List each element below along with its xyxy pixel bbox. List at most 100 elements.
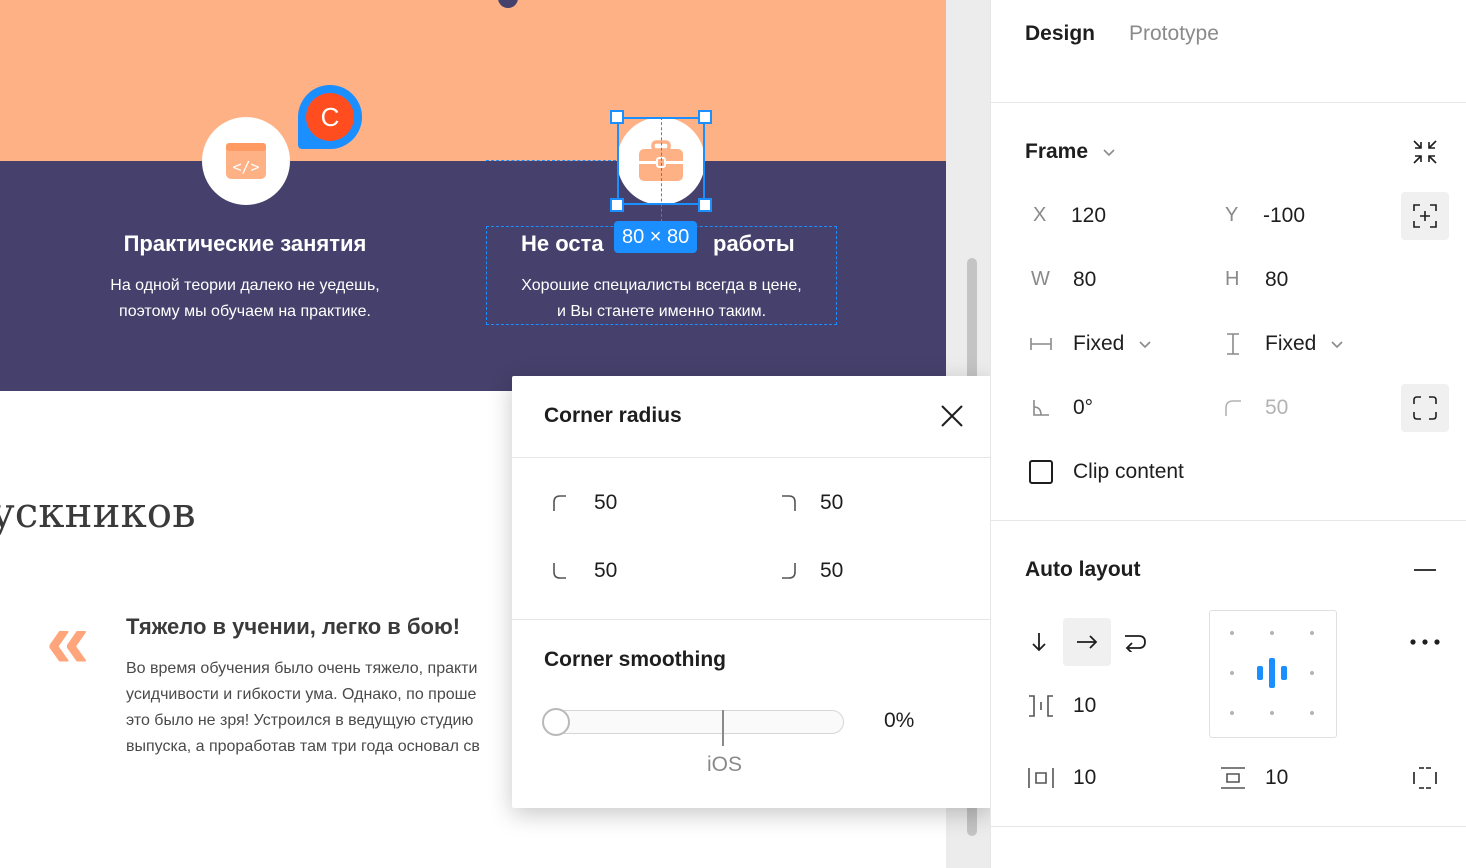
feature-icon-circle[interactable]: </> xyxy=(202,117,290,205)
align-center-icon xyxy=(1257,658,1287,688)
absolute-position-icon xyxy=(1413,204,1437,228)
align-dot[interactable] xyxy=(1310,711,1314,715)
arrow-right-icon xyxy=(1077,635,1098,649)
resize-handle-bl[interactable] xyxy=(610,198,624,212)
corner-smoothing-title: Corner smoothing xyxy=(544,648,726,671)
quote-icon: « xyxy=(46,596,90,684)
divider xyxy=(512,619,992,620)
corner-top-right-value: 50 xyxy=(820,491,844,514)
height-mode-select[interactable]: Fixed xyxy=(1265,332,1344,356)
resize-handle-br[interactable] xyxy=(698,198,712,212)
alignment-grid[interactable] xyxy=(1209,610,1337,738)
align-dot[interactable] xyxy=(1310,631,1314,635)
item-spacing-icon xyxy=(1029,695,1053,717)
direction-wrap-button[interactable] xyxy=(1111,618,1159,666)
chevron-down-icon xyxy=(1103,149,1115,157)
hero-peach-band xyxy=(0,0,946,161)
collaborator-avatar[interactable]: C xyxy=(298,85,362,149)
svg-text:</>: </> xyxy=(232,158,259,176)
corner-top-left-icon xyxy=(553,495,566,511)
corner-smoothing-slider[interactable] xyxy=(544,710,844,734)
corner-bottom-right-value: 50 xyxy=(820,559,844,582)
frame-title: Frame xyxy=(1025,140,1089,163)
y-input[interactable]: -100 xyxy=(1263,204,1305,228)
independent-corners-icon xyxy=(1413,396,1437,420)
align-dot[interactable] xyxy=(1310,671,1314,675)
corner-smoothing-value[interactable]: 0% xyxy=(884,709,914,733)
divider xyxy=(991,102,1466,103)
close-button[interactable] xyxy=(938,402,966,430)
collapse-arrows-icon xyxy=(1413,140,1437,164)
review-line: выпуска, а проработав там три года основ… xyxy=(126,738,480,755)
resize-to-fit-button[interactable] xyxy=(1401,128,1449,176)
corner-bottom-left-value: 50 xyxy=(594,559,618,582)
review-line: Во время обучения было очень тяжело, пра… xyxy=(126,660,478,677)
divider xyxy=(991,520,1466,521)
feature-text-line: На одной теории далеко не уедешь, xyxy=(110,277,380,294)
review-text: Во время обучения было очень тяжело, пра… xyxy=(126,656,526,760)
section-heading: ускников xyxy=(0,488,196,537)
rotation-icon xyxy=(1033,400,1049,416)
close-icon xyxy=(941,405,963,427)
absolute-position-button[interactable] xyxy=(1401,192,1449,240)
code-window-icon: </> xyxy=(226,143,266,179)
more-icon xyxy=(1410,639,1440,645)
h-label: H xyxy=(1225,268,1240,290)
avatar-letter: C xyxy=(306,93,354,141)
w-input[interactable]: 80 xyxy=(1073,268,1096,292)
corner-bottom-right-field[interactable]: 50 xyxy=(778,559,843,583)
arrow-down-icon xyxy=(1032,633,1046,652)
independent-corners-button[interactable] xyxy=(1401,384,1449,432)
resize-handle-tl[interactable] xyxy=(610,110,624,124)
corner-top-left-field[interactable]: 50 xyxy=(552,491,617,515)
vertical-padding-input[interactable]: 10 xyxy=(1265,766,1288,790)
corner-top-left-value: 50 xyxy=(594,491,618,514)
feature-title-part: Не оста xyxy=(521,231,604,256)
corner-top-right-field[interactable]: 50 xyxy=(778,491,843,515)
wrap-icon xyxy=(1125,635,1146,652)
popup-title: Corner radius xyxy=(544,404,682,427)
corner-radius-icon xyxy=(1225,400,1241,416)
frame-section-title[interactable]: Frame xyxy=(1025,140,1116,164)
rotation-input[interactable]: 0° xyxy=(1073,396,1093,420)
h-input[interactable]: 80 xyxy=(1265,268,1288,292)
align-dot[interactable] xyxy=(1230,671,1234,675)
direction-horizontal-button[interactable] xyxy=(1063,618,1111,666)
tab-prototype[interactable]: Prototype xyxy=(1129,22,1219,46)
clip-content-checkbox[interactable] xyxy=(1029,460,1053,484)
divider xyxy=(512,457,992,458)
w-label: W xyxy=(1031,268,1050,290)
align-dot[interactable] xyxy=(1270,631,1274,635)
size-badge: 80 × 80 xyxy=(614,221,698,253)
item-spacing-input[interactable]: 10 xyxy=(1073,694,1096,718)
align-dot[interactable] xyxy=(1270,711,1274,715)
tab-design[interactable]: Design xyxy=(1025,22,1095,46)
corner-bottom-right-icon xyxy=(782,563,796,579)
minus-icon xyxy=(1414,569,1436,571)
height-mode-value: Fixed xyxy=(1265,332,1317,355)
horizontal-padding-input[interactable]: 10 xyxy=(1073,766,1096,790)
corner-radius-input[interactable]: 50 xyxy=(1265,396,1288,420)
direction-vertical-button[interactable] xyxy=(1015,618,1063,666)
corner-bottom-left-icon xyxy=(553,563,566,579)
corner-bottom-left-field[interactable]: 50 xyxy=(552,559,617,583)
slider-knob[interactable] xyxy=(542,708,570,736)
width-mode-select[interactable]: Fixed xyxy=(1073,332,1152,356)
remove-auto-layout-button[interactable] xyxy=(1401,546,1449,594)
x-input[interactable]: 120 xyxy=(1071,204,1106,228)
individual-padding-button[interactable] xyxy=(1401,754,1449,802)
resize-handle-tr[interactable] xyxy=(698,110,712,124)
x-label: X xyxy=(1033,204,1047,226)
auto-layout-title: Auto layout xyxy=(1025,558,1141,581)
align-dot[interactable] xyxy=(1230,711,1234,715)
clip-content-label[interactable]: Clip content xyxy=(1073,460,1184,484)
divider xyxy=(991,826,1466,827)
feature-text-line: и Вы станете именно таким. xyxy=(556,303,767,320)
horizontal-padding-icon xyxy=(1028,768,1054,788)
align-dot[interactable] xyxy=(1230,631,1234,635)
vertical-resize-icon xyxy=(1227,333,1239,355)
more-options-button[interactable] xyxy=(1401,618,1449,666)
chevron-down-icon xyxy=(1139,341,1151,349)
selection-box[interactable] xyxy=(617,117,705,205)
feature-text-line: Хорошие специалисты всегда в цене, xyxy=(521,277,802,294)
